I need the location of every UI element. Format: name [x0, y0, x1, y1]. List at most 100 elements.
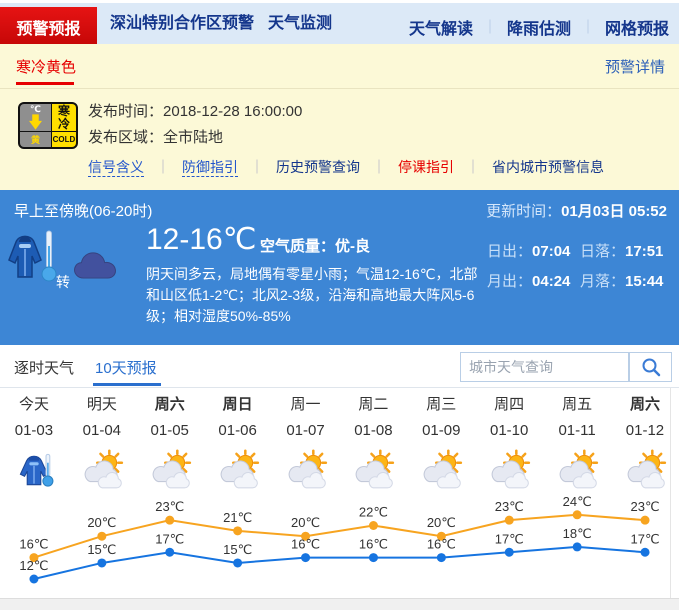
chart-dot [97, 532, 106, 541]
partly-cloudy-icon [486, 449, 532, 489]
alert-link-5[interactable]: 省内城市预警信息 [492, 159, 604, 175]
forecast-columns: 今天01-03明天01-04周六01-05周日01-06周一01-07周二01-… [0, 395, 679, 494]
nav-link-rain-estimation[interactable]: 降雨估测 [507, 15, 571, 39]
cold-warning-level-cn: 黄 [20, 132, 51, 147]
day-label: 周六 [136, 395, 204, 415]
nav-link-grid-forecast[interactable]: 网格预报 [605, 15, 669, 39]
separator: ｜ [156, 159, 170, 175]
chart-dot [369, 553, 378, 562]
chart-label: 20℃ [87, 515, 116, 530]
chart-dot [233, 526, 242, 535]
date-label: 01-08 [339, 421, 407, 441]
alert-link-1[interactable]: 信号含义 [88, 159, 144, 177]
chart-dot [165, 548, 174, 557]
forecast-day-column: 周日01-06 [204, 395, 272, 494]
date-label: 01-03 [0, 421, 68, 441]
partly-cloudy-icon [215, 449, 261, 489]
forecast-panel: 逐时天气 10天预报 今天01-03明天01-04周六01-05周日01-06周… [0, 345, 679, 598]
temperature-trend-chart: 16℃20℃23℃21℃20℃22℃20℃23℃24℃23℃12℃15℃17℃1… [0, 495, 679, 598]
chart-line [34, 547, 645, 579]
day-label: 周三 [407, 395, 475, 415]
chart-dot [369, 521, 378, 530]
chart-dot [641, 516, 650, 525]
forecast-period-label: 早上至傍晚(06-20时) [14, 200, 152, 221]
day-label: 周五 [543, 395, 611, 415]
alert-details-link[interactable]: 预警详情 [605, 56, 665, 77]
search-button[interactable] [629, 352, 672, 382]
nav-link-weather-interpretation[interactable]: 天气解读 [409, 15, 473, 39]
tab-warning-forecast[interactable]: 预警预报 [0, 7, 97, 47]
sun-moon-value: 07:04 [532, 243, 570, 260]
temperature-range: 12-16℃ [146, 222, 256, 257]
separator: ｜ [483, 17, 497, 37]
tab-ten-day-forecast[interactable]: 10天预报 [95, 357, 157, 378]
publish-area-row: 发布区域：全市陆地 [88, 125, 302, 151]
alert-links-row: 信号含义｜防御指引｜历史预警查询｜停课指引｜省内城市预警信息 [88, 157, 604, 177]
sun-moon-item-2: 日落：17:51 [580, 240, 673, 261]
day-label: 周一 [272, 395, 340, 415]
day-label: 明天 [68, 395, 136, 415]
nav-link-weather-monitoring[interactable]: 天气监测 [268, 3, 332, 44]
date-label: 01-04 [68, 421, 136, 441]
chart-dot [165, 516, 174, 525]
sun-moon-value: 15:44 [625, 273, 663, 290]
alert-link-2[interactable]: 防御指引 [182, 159, 238, 177]
partly-cloudy-icon [283, 449, 329, 489]
transition-label: 转 [56, 272, 70, 292]
chart-line [34, 515, 645, 558]
partly-cloudy-icon [79, 449, 125, 489]
weather-description: 阴天间多云，局地偶有零星小雨；气温12-16℃，北部和山区低1-2℃；北风2-3… [146, 264, 480, 327]
air-quality: 空气质量：优-良 [260, 235, 370, 256]
date-label: 01-06 [204, 421, 272, 441]
forecast-day-column: 今天01-03 [0, 395, 68, 494]
chart-dot [97, 558, 106, 567]
partly-cloudy-icon [418, 449, 464, 489]
chart-dot [29, 575, 38, 584]
sun-moon-value: 04:24 [532, 273, 570, 290]
alert-link-4[interactable]: 停课指引 [398, 159, 454, 175]
day-label: 周二 [339, 395, 407, 415]
separator: ｜ [581, 17, 595, 37]
partly-cloudy-icon [554, 449, 600, 489]
date-label: 01-11 [543, 421, 611, 441]
date-label: 01-10 [475, 421, 543, 441]
date-label: 01-09 [407, 421, 475, 441]
nav-link-shenshan-warning[interactable]: 深汕特别合作区预警 [110, 3, 254, 44]
cold-weather-icon [11, 449, 57, 489]
chart-label: 23℃ [155, 499, 184, 514]
chart-label: 24℃ [563, 495, 592, 509]
forecast-day-column: 周三 01-09 [407, 395, 475, 494]
alert-title-underline [16, 82, 74, 85]
alert-section: 寒冷黄色 预警详情 ℃ 寒冷 黄 COLD 发布时间：2018-12-28 16… [0, 44, 679, 190]
city-weather-search-input[interactable] [460, 352, 629, 382]
active-tab-underline [93, 383, 161, 386]
chart-label: 22℃ [359, 505, 388, 520]
forecast-day-column: 周二 01-08 [339, 395, 407, 494]
forecast-day-column: 周五 01-11 [543, 395, 611, 494]
forecast-day-column: 周六01-12 [611, 395, 679, 494]
cold-coat-icon [7, 230, 43, 280]
weather-warning-widget: 预警预报 深汕特别合作区预警 天气监测 天气解读 ｜ 降雨估测 ｜ 网格预报 寒… [0, 0, 679, 610]
date-label: 01-05 [136, 421, 204, 441]
sun-moon-times: 日出：07:04日落：17:51月出：04:24月落：15:44 [487, 240, 673, 291]
chart-dot [641, 548, 650, 557]
chart-label: 16℃ [19, 537, 48, 552]
divider [0, 88, 679, 89]
alert-link-3[interactable]: 历史预警查询 [276, 159, 360, 175]
cold-warning-icon: ℃ 寒冷 黄 COLD [18, 102, 78, 149]
chart-label: 16℃ [359, 537, 388, 552]
chart-label: 15℃ [87, 542, 116, 557]
sun-moon-label: 月落： [580, 273, 625, 290]
separator: ｜ [466, 159, 480, 175]
tab-hourly-weather[interactable]: 逐时天气 [14, 357, 74, 378]
search-icon [641, 357, 661, 377]
forecast-day-column: 周一01-07 [272, 395, 340, 494]
sun-moon-label: 月出： [487, 273, 532, 290]
overcast-cloud-icon [70, 250, 120, 280]
forecast-day-column: 周六 01-05 [136, 395, 204, 494]
chart-dot [573, 542, 582, 551]
chart-label: 23℃ [495, 499, 524, 514]
forecast-day-column: 明天 01-04 [68, 395, 136, 494]
chart-label: 18℃ [563, 526, 592, 541]
chart-dot [573, 510, 582, 519]
